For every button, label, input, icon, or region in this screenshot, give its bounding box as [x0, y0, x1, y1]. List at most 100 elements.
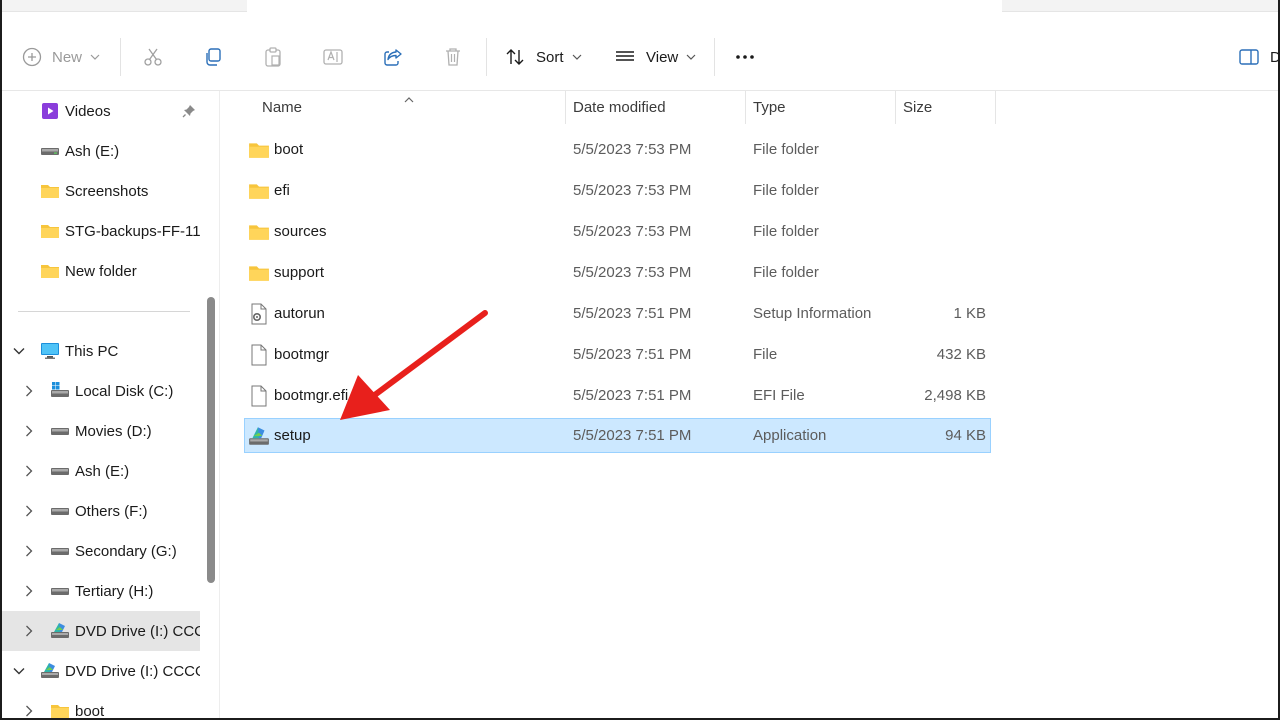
file-type: Setup Information: [753, 305, 872, 322]
nav-item-label: This PC: [65, 342, 119, 360]
file-size: 2,498 KB: [924, 387, 986, 404]
file-size: 432 KB: [936, 346, 986, 363]
nav-item-new-folder[interactable]: New folder: [2, 251, 200, 291]
file-date: 5/5/2023 7:53 PM: [573, 182, 692, 199]
nav-item-others-f[interactable]: Others (F:): [2, 491, 200, 531]
folder-icon: [40, 221, 60, 241]
file-date: 5/5/2023 7:51 PM: [573, 427, 692, 444]
nav-item-label: Local Disk (C:): [75, 382, 174, 400]
drive-icon: [50, 461, 70, 481]
nav-item-dvd-drive-pc[interactable]: DVD Drive (I:) CCCOMA_X64FRE_EN-US_DV9: [2, 611, 200, 651]
file-date: 5/5/2023 7:51 PM: [573, 346, 692, 363]
file-size: [866, 214, 986, 249]
nav-item-label: DVD Drive (I:) CCCOMA_X64FRE_EN-US_DV9: [65, 662, 200, 680]
view-button-label: View: [646, 48, 679, 66]
nav-item-secondary-g[interactable]: Secondary (G:): [2, 531, 200, 571]
cut-icon: [142, 46, 164, 68]
folder-icon: [40, 261, 60, 281]
chevron-right-icon[interactable]: [22, 704, 36, 718]
column-header-date-modified[interactable]: Date modified: [573, 91, 666, 124]
nav-item-label: New folder: [65, 262, 137, 280]
file-type: Application: [753, 427, 827, 444]
chevron-down-icon[interactable]: [12, 344, 26, 358]
file-name: boot: [274, 141, 304, 158]
file-date: 5/5/2023 7:51 PM: [573, 305, 692, 322]
nav-item-label: Ash (E:): [75, 462, 130, 480]
nav-item-boot[interactable]: boot: [2, 691, 200, 718]
nav-item-label: Screenshots: [65, 182, 149, 200]
chevron-right-icon[interactable]: [22, 584, 36, 598]
pin-icon[interactable]: [182, 104, 196, 122]
rename-button[interactable]: [322, 37, 344, 77]
dvd-icon: [40, 661, 60, 681]
sort-icon: [504, 46, 526, 68]
view-button[interactable]: View: [614, 37, 696, 77]
nav-item-label: boot: [75, 702, 105, 719]
nav-item-this-pc[interactable]: This PC: [2, 331, 200, 371]
navigation-pane: Videos Ash (E:) Screenshots STG-backups-…: [2, 91, 220, 718]
sort-ascending-icon: [404, 90, 414, 108]
nav-item-tertiary-h[interactable]: Tertiary (H:): [2, 571, 200, 611]
chevron-right-icon[interactable]: [22, 504, 36, 518]
pane-divider[interactable]: [219, 91, 220, 718]
file-row-sources[interactable]: sources 5/5/2023 7:53 PM File folder: [244, 214, 991, 249]
share-button[interactable]: [382, 37, 404, 77]
column-header-size[interactable]: Size: [903, 91, 932, 124]
dvd-icon: [50, 621, 70, 641]
file-row-boot[interactable]: boot 5/5/2023 7:53 PM File folder: [244, 132, 991, 167]
nav-item-movies-d[interactable]: Movies (D:): [2, 411, 200, 451]
nav-item-label: Others (F:): [75, 502, 148, 520]
nav-divider: [18, 311, 190, 312]
file-name: bootmgr: [274, 346, 330, 363]
nav-scrollbar[interactable]: [207, 297, 215, 583]
nav-item-local-disk-c[interactable]: Local Disk (C:): [2, 371, 200, 411]
chevron-down-icon: [572, 54, 582, 60]
column-header-name[interactable]: Name: [262, 91, 302, 124]
chevron-right-icon[interactable]: [22, 384, 36, 398]
nav-item-videos[interactable]: Videos: [2, 91, 200, 131]
drive-icon: [50, 541, 70, 561]
file-row-support[interactable]: support 5/5/2023 7:53 PM File folder: [244, 255, 991, 290]
column-header-type[interactable]: Type: [753, 91, 786, 124]
file-name: support: [274, 264, 325, 281]
folder-icon: [248, 139, 270, 161]
file-icon: [248, 344, 270, 366]
new-button[interactable]: New: [22, 37, 100, 77]
chevron-down-icon[interactable]: [12, 664, 26, 678]
file-row-efi[interactable]: efi 5/5/2023 7:53 PM File folder: [244, 173, 991, 208]
nav-item-ash-e-pc[interactable]: Ash (E:): [2, 451, 200, 491]
chevron-right-icon[interactable]: [22, 544, 36, 558]
file-size: [866, 173, 986, 208]
file-size: [866, 255, 986, 290]
details-pane-button[interactable]: D: [1238, 37, 1280, 77]
paste-icon: [262, 46, 284, 68]
column-separator[interactable]: [895, 91, 896, 124]
column-separator[interactable]: [745, 91, 746, 124]
nav-item-stg-backups[interactable]: STG-backups-FF-119: [2, 211, 200, 251]
delete-button[interactable]: [442, 37, 464, 77]
nav-item-dvd-drive[interactable]: DVD Drive (I:) CCCOMA_X64FRE_EN-US_DV9: [2, 651, 200, 691]
nav-item-label: STG-backups-FF-119: [65, 222, 200, 240]
chevron-right-icon[interactable]: [22, 424, 36, 438]
nav-item-screenshots[interactable]: Screenshots: [2, 171, 200, 211]
file-type: File folder: [753, 141, 819, 158]
column-separator[interactable]: [565, 91, 566, 124]
sort-button[interactable]: Sort: [504, 37, 582, 77]
cut-button[interactable]: [142, 37, 164, 77]
command-bar: New Sort View D: [2, 22, 1280, 91]
column-separator[interactable]: [995, 91, 996, 124]
copy-button[interactable]: [202, 37, 224, 77]
file-name: setup: [274, 427, 311, 444]
more-options-button[interactable]: [734, 37, 756, 77]
view-icon: [614, 46, 636, 68]
chevron-right-icon[interactable]: [22, 464, 36, 478]
file-type: File folder: [753, 264, 819, 281]
nav-item-label: Ash (E:): [65, 142, 120, 160]
chevron-right-icon[interactable]: [22, 624, 36, 638]
nav-item-ash-e[interactable]: Ash (E:): [2, 131, 200, 171]
file-type: EFI File: [753, 387, 805, 404]
nav-item-label: DVD Drive (I:) CCCOMA_X64FRE_EN-US_DV9: [75, 622, 200, 640]
drive-icon: [50, 581, 70, 601]
file-icon: [248, 385, 270, 407]
paste-button[interactable]: [262, 37, 284, 77]
